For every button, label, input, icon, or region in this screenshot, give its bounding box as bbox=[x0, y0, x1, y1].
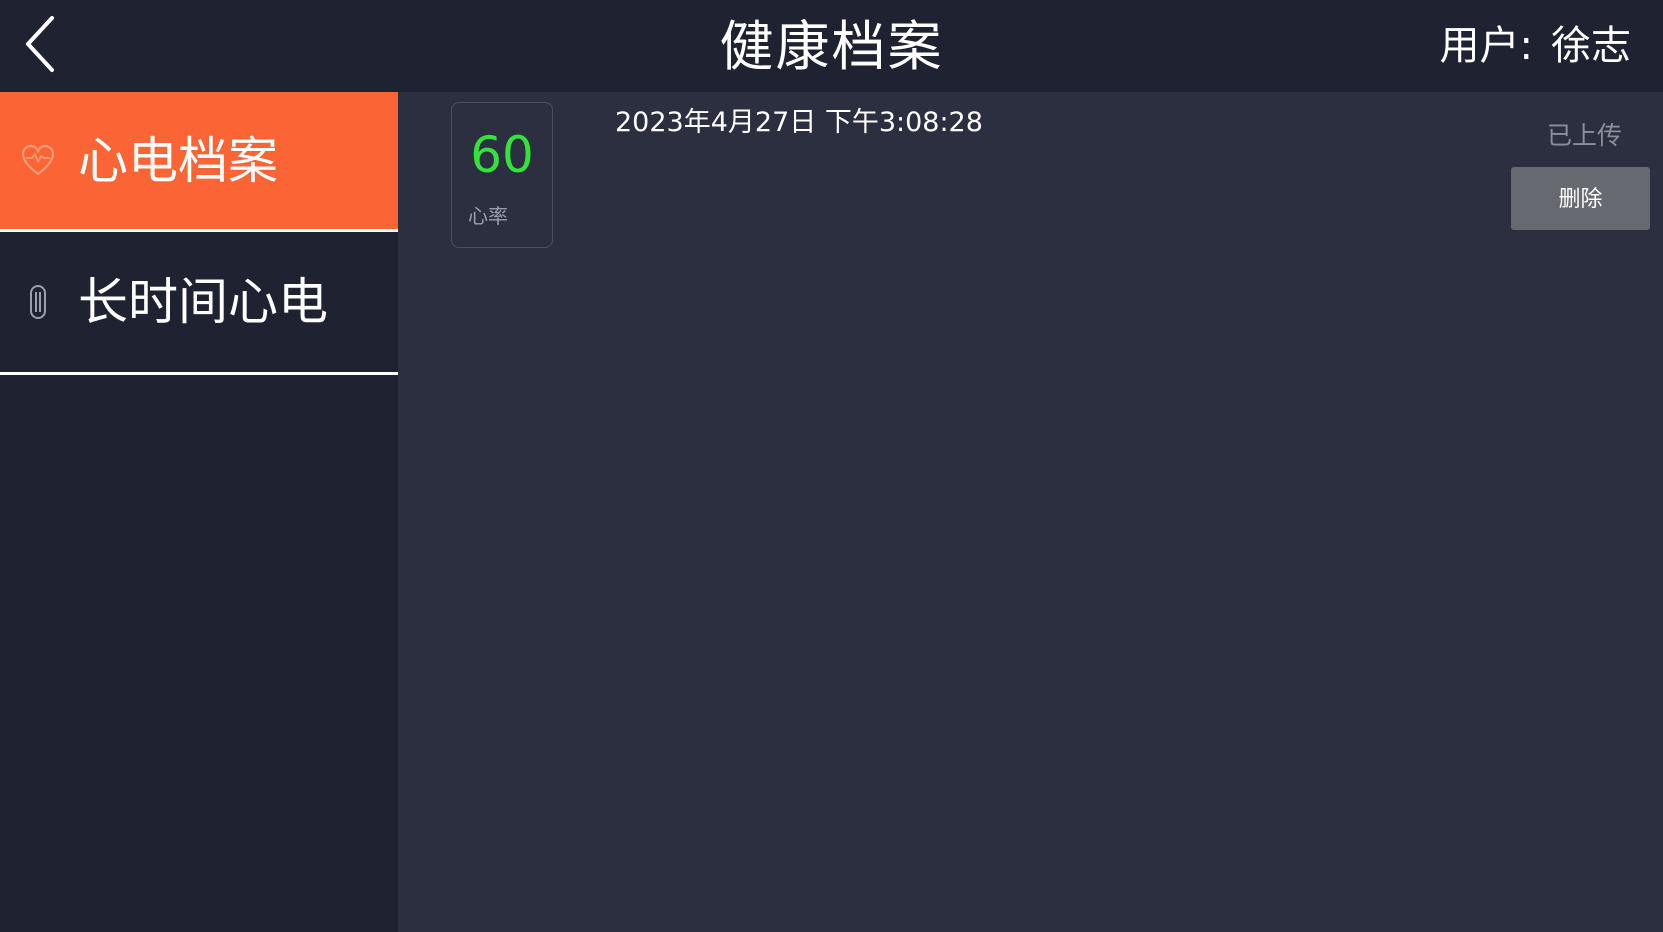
sidebar-item-label: 长时间心电 bbox=[78, 273, 328, 331]
sidebar: 心电档案 长时间心电 bbox=[0, 92, 398, 932]
sidebar-item-long-ecg[interactable]: 长时间心电 bbox=[0, 232, 398, 375]
page-title: 健康档案 bbox=[719, 15, 944, 78]
record-timestamp: 2023年4月27日 下午3:08:28 bbox=[615, 107, 983, 138]
user-name: 徐志 bbox=[1551, 23, 1631, 69]
ecg-patch-icon bbox=[30, 285, 46, 319]
upload-status: 已上传 bbox=[1546, 121, 1622, 150]
sidebar-item-ecg-records[interactable]: 心电档案 bbox=[0, 92, 398, 232]
list-item[interactable]: 60 心率 2023年4月27日 下午3:08:28 已上传 删除 bbox=[398, 92, 1663, 252]
heart-rate-card: 60 心率 bbox=[451, 102, 553, 248]
records-panel: 60 心率 2023年4月27日 下午3:08:28 已上传 删除 bbox=[398, 92, 1663, 932]
top-bar: 健康档案 用户: 徐志 bbox=[0, 0, 1663, 92]
heart-rate-value: 60 bbox=[470, 126, 534, 184]
heart-rate-label: 心率 bbox=[468, 204, 508, 228]
user-info: 用户: 徐志 bbox=[1440, 18, 1631, 74]
sidebar-item-label: 心电档案 bbox=[78, 131, 278, 190]
user-label: 用户: bbox=[1439, 23, 1533, 69]
heart-icon bbox=[21, 144, 55, 175]
app-window: 健康档案 用户: 徐志 心电档案 长时间心电 60 心率 2023年4月27日 … bbox=[0, 0, 1663, 932]
delete-button[interactable]: 删除 bbox=[1511, 167, 1650, 230]
